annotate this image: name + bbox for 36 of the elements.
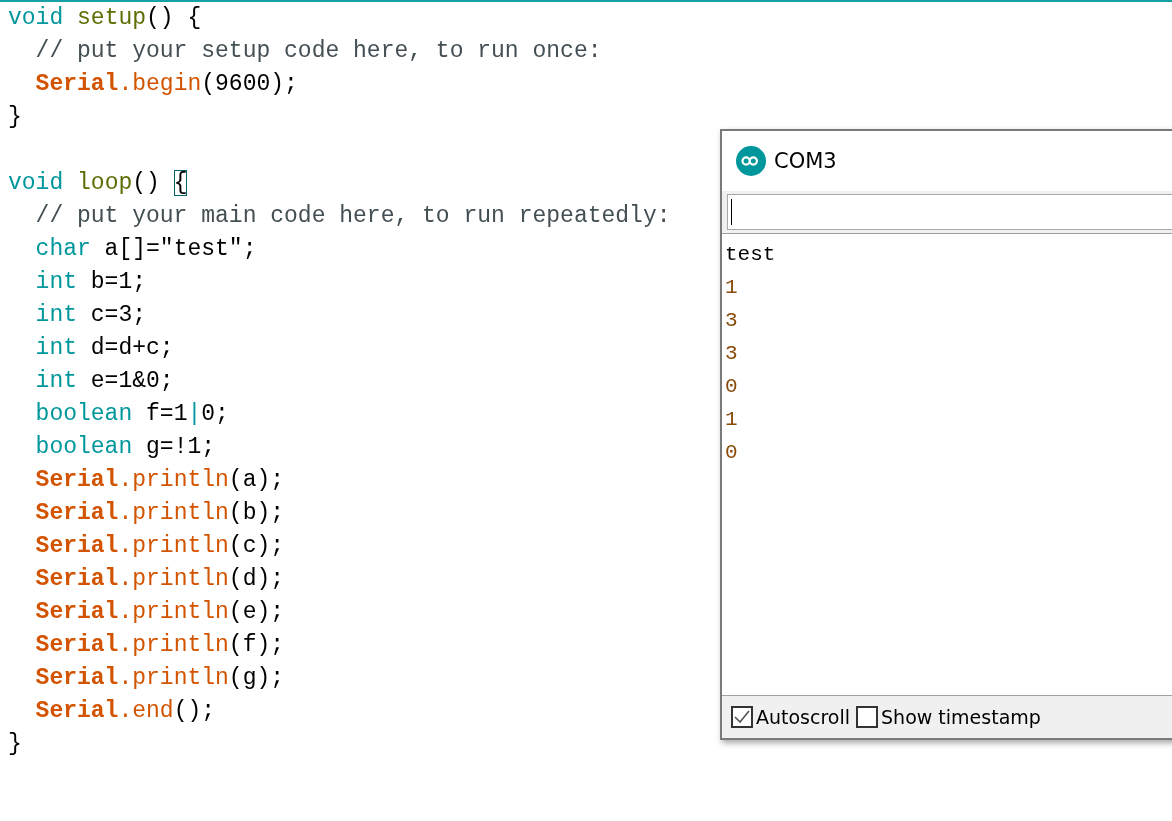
window-title: COM3 bbox=[774, 149, 837, 173]
output-line: 1 bbox=[725, 407, 738, 433]
checkbox-label: Show timestamp bbox=[881, 706, 1041, 728]
code-line: boolean g=!1; bbox=[35, 433, 216, 462]
checkbox[interactable] bbox=[731, 706, 753, 728]
code-line: } bbox=[8, 103, 22, 132]
output-line: 1 bbox=[725, 275, 738, 301]
code-line: Serial.end(); bbox=[35, 697, 216, 726]
checkbox-label: Autoscroll bbox=[756, 706, 851, 728]
code-line: Serial.println(e); bbox=[35, 598, 285, 627]
code-line: int d=d+c; bbox=[35, 334, 174, 363]
code-line: Serial.println(a); bbox=[35, 466, 285, 495]
code-line: void loop() { bbox=[8, 169, 188, 198]
infinity-logo-icon bbox=[736, 146, 766, 176]
output-line: 0 bbox=[725, 440, 738, 466]
output-line: test bbox=[725, 242, 776, 268]
code-line: void setup() { bbox=[8, 4, 202, 33]
code-line: } bbox=[8, 730, 22, 759]
code-line: Serial.println(d); bbox=[35, 565, 285, 594]
code-line: Serial.println(g); bbox=[35, 664, 285, 693]
code-line: char a[]="test"; bbox=[35, 235, 257, 264]
code-line: int c=3; bbox=[35, 301, 147, 330]
output-line: 0 bbox=[725, 374, 738, 400]
code-line: Serial.println(c); bbox=[35, 532, 285, 561]
code-line: Serial.println(b); bbox=[35, 499, 285, 528]
output-line: 3 bbox=[725, 341, 738, 367]
checkbox[interactable] bbox=[856, 706, 879, 728]
output-line: 3 bbox=[725, 308, 738, 334]
send-input-field[interactable] bbox=[727, 194, 1172, 230]
code-line: // put your main code here, to run repeatedly: bbox=[35, 202, 671, 231]
code-line: Serial.begin(9600); bbox=[35, 70, 298, 99]
code-line: boolean f=1|0; bbox=[35, 400, 229, 429]
code-line: Serial.println(f); bbox=[35, 631, 285, 660]
code-line: int e=1&0; bbox=[35, 367, 174, 396]
code-line: int b=1; bbox=[35, 268, 147, 297]
code-line: // put your setup code here, to run once: bbox=[35, 37, 602, 66]
